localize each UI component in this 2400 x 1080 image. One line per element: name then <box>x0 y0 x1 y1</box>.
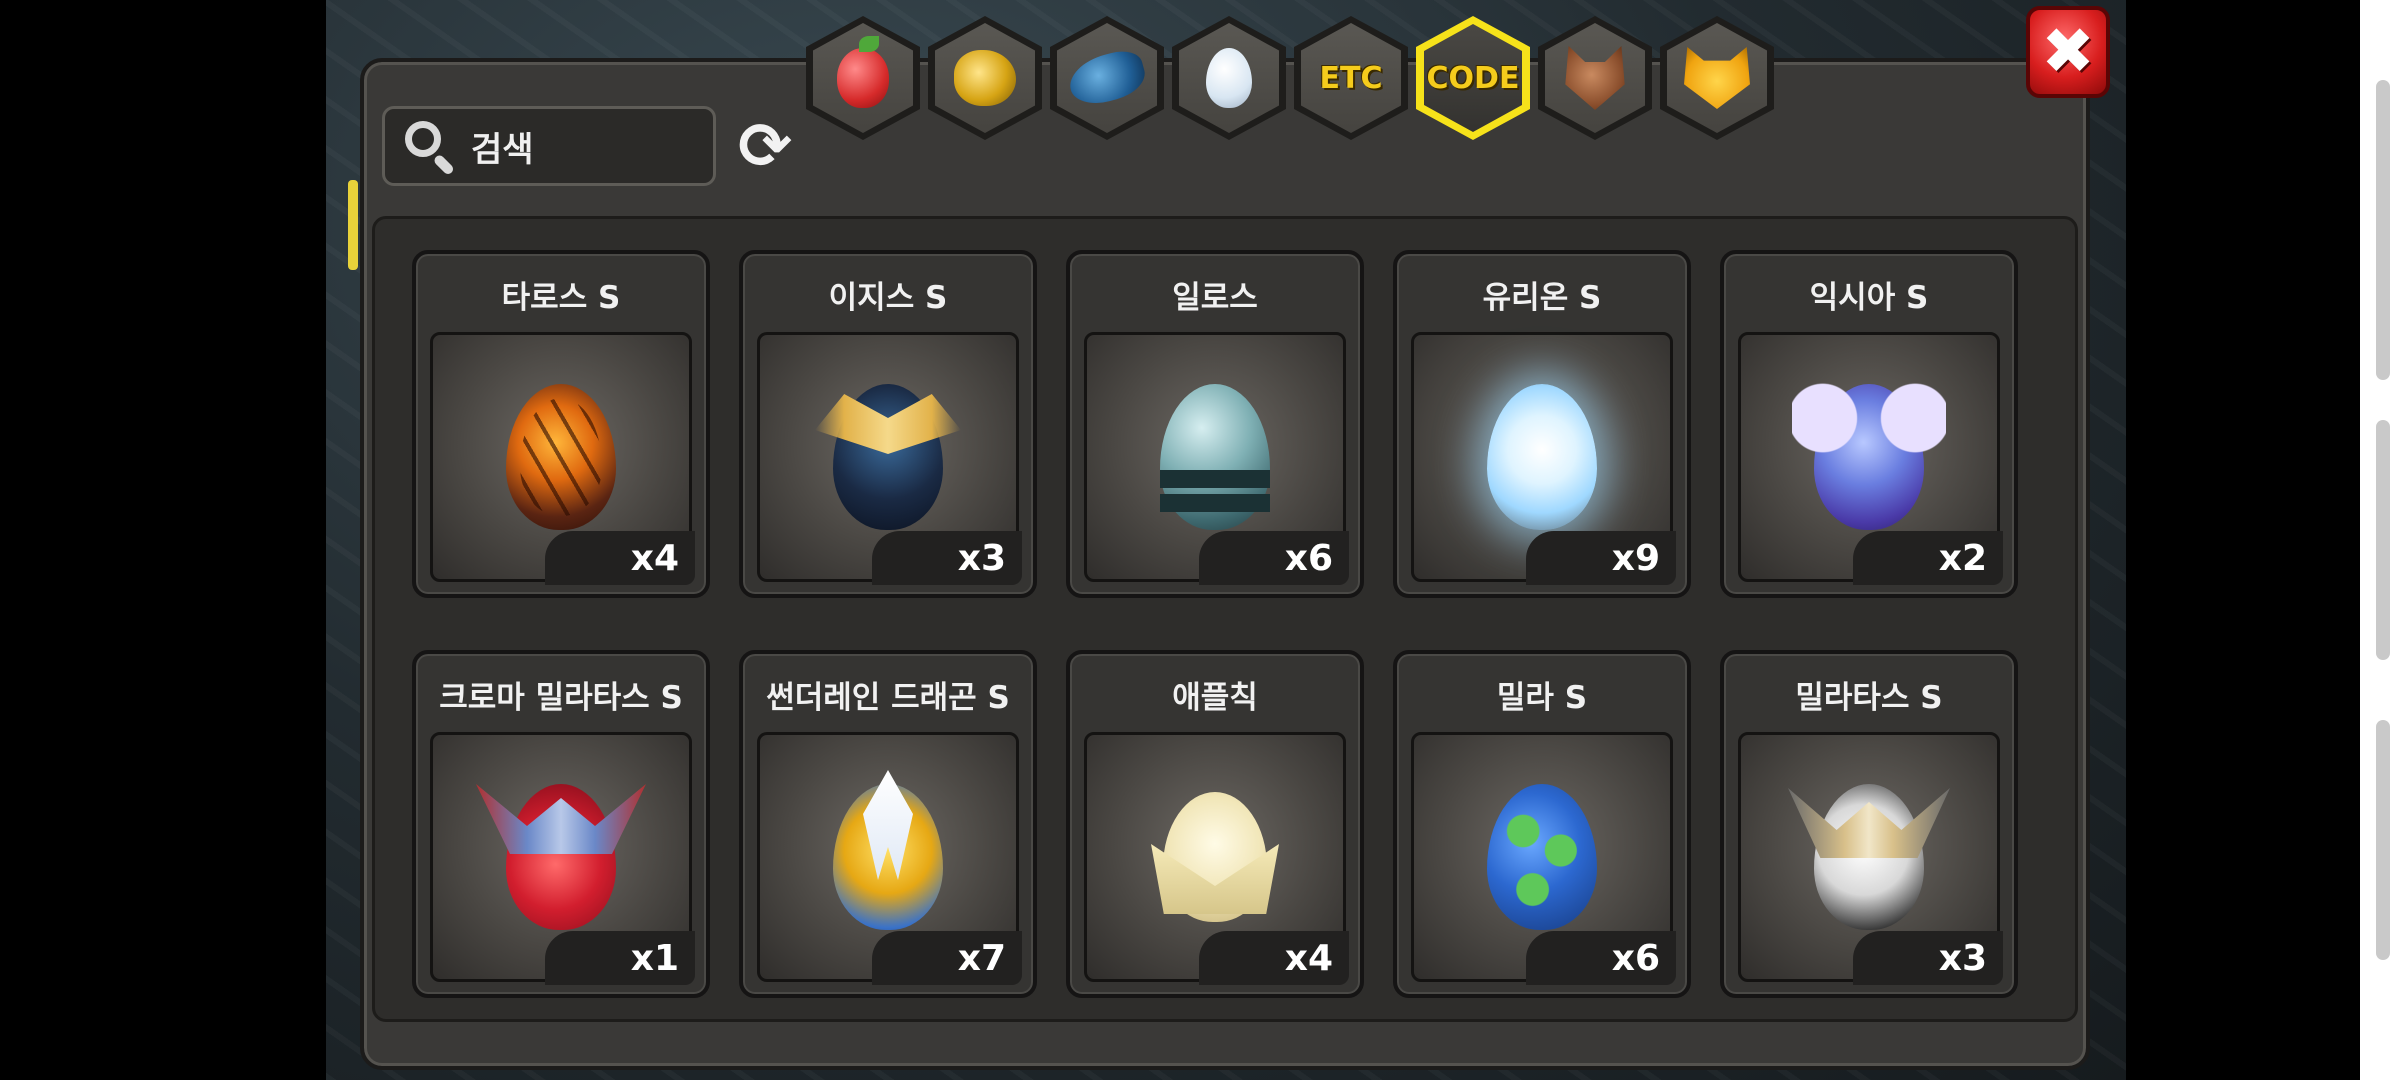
item-quantity: x3 <box>872 531 1022 585</box>
item-card[interactable]: 유리온 S x9 <box>1393 250 1691 598</box>
item-name: 익시아 S <box>1809 280 1929 316</box>
item-image-frame: x7 <box>757 732 1022 985</box>
item-card[interactable]: 크로마 밀라타스 S x1 <box>412 650 710 998</box>
ilos-egg-icon <box>1160 384 1270 530</box>
item-card[interactable]: 익시아 S x2 <box>1720 250 2018 598</box>
search-input[interactable]: 검색 <box>471 122 534 171</box>
item-grid: 타로스 S x4 이지스 S x3 일로스 x6 유리온 S x9 익시아 S … <box>412 250 2018 1000</box>
item-name: 썬더레인 드래곤 S <box>766 680 1010 716</box>
item-name: 밀라타스 S <box>1795 680 1943 716</box>
tab-gold[interactable] <box>928 16 1042 140</box>
item-quantity: x3 <box>1853 931 2003 985</box>
item-name: 타로스 S <box>501 280 621 316</box>
item-card[interactable]: 일로스 x6 <box>1066 250 1364 598</box>
item-card[interactable]: 타로스 S x4 <box>412 250 710 598</box>
item-image-frame: x4 <box>430 332 695 585</box>
scrollbar-thumb-middle[interactable] <box>2376 420 2390 660</box>
item-card[interactable]: 애플칙 x4 <box>1066 650 1364 998</box>
item-quantity: x4 <box>545 531 695 585</box>
tab-code[interactable]: CODE <box>1416 16 1530 140</box>
item-quantity: x4 <box>1199 931 1349 985</box>
item-name: 일로스 <box>1172 280 1258 316</box>
fruit-icon <box>837 36 889 108</box>
tab-egg[interactable] <box>1172 16 1286 140</box>
gold-nugget-icon <box>954 50 1016 106</box>
item-name: 이지스 S <box>828 280 948 316</box>
chroma-milatas-egg-icon <box>506 784 616 930</box>
refresh-button[interactable]: ⟳ <box>732 114 798 180</box>
taros-egg-icon <box>506 384 616 530</box>
milatas-egg-icon <box>1814 784 1924 930</box>
mila-egg-icon <box>1487 784 1597 930</box>
tab-cat[interactable] <box>1660 16 1774 140</box>
search-icon <box>403 119 457 177</box>
item-card[interactable]: 이지스 S x3 <box>739 250 1037 598</box>
item-quantity: x9 <box>1526 531 1676 585</box>
item-name: 애플칙 <box>1172 680 1258 716</box>
tab-wolf[interactable] <box>1538 16 1652 140</box>
tab-etc-label: ETC <box>1319 60 1383 96</box>
item-name: 유리온 S <box>1482 280 1602 316</box>
item-image-frame: x2 <box>1738 332 2003 585</box>
item-card[interactable]: 밀라타스 S x3 <box>1720 650 2018 998</box>
item-name: 크로마 밀라타스 S <box>439 680 683 716</box>
tab-code-label: CODE <box>1426 60 1520 96</box>
item-card[interactable]: 밀라 S x6 <box>1393 650 1691 998</box>
applechick-egg-icon <box>1163 792 1267 922</box>
background-yellow-marker <box>348 180 358 270</box>
item-quantity: x1 <box>545 931 695 985</box>
item-quantity: x7 <box>872 931 1022 985</box>
close-button[interactable]: ✖ <box>2026 6 2110 98</box>
scrollbar-thumb-top[interactable] <box>2376 80 2390 380</box>
isis-egg-icon <box>833 384 943 530</box>
search-box[interactable]: 검색 <box>382 106 716 186</box>
item-quantity: x6 <box>1526 931 1676 985</box>
item-card[interactable]: 썬더레인 드래곤 S x7 <box>739 650 1037 998</box>
thunderain-dragon-egg-icon <box>833 784 943 930</box>
category-tabs: ETC CODE <box>806 16 1774 142</box>
item-image-frame: x1 <box>430 732 695 985</box>
item-name: 밀라 S <box>1496 680 1588 716</box>
item-image-frame: x3 <box>1738 732 2003 985</box>
item-quantity: x6 <box>1199 531 1349 585</box>
item-image-frame: x3 <box>757 332 1022 585</box>
item-quantity: x2 <box>1853 531 2003 585</box>
egg-icon <box>1206 48 1252 108</box>
item-image-frame: x4 <box>1084 732 1349 985</box>
item-image-frame: x6 <box>1084 332 1349 585</box>
scrollbar-thumb-bottom[interactable] <box>2376 720 2390 960</box>
ixia-egg-icon <box>1792 378 1946 530</box>
item-image-frame: x6 <box>1411 732 1676 985</box>
tab-etc[interactable]: ETC <box>1294 16 1408 140</box>
urion-egg-icon <box>1487 384 1597 530</box>
refresh-icon: ⟳ <box>738 110 792 184</box>
right-scroll-rail <box>2360 0 2400 1080</box>
item-image-frame: x9 <box>1411 332 1676 585</box>
close-icon: ✖ <box>2041 15 2095 89</box>
tab-claw[interactable] <box>1050 16 1164 140</box>
tab-fruit[interactable] <box>806 16 920 140</box>
